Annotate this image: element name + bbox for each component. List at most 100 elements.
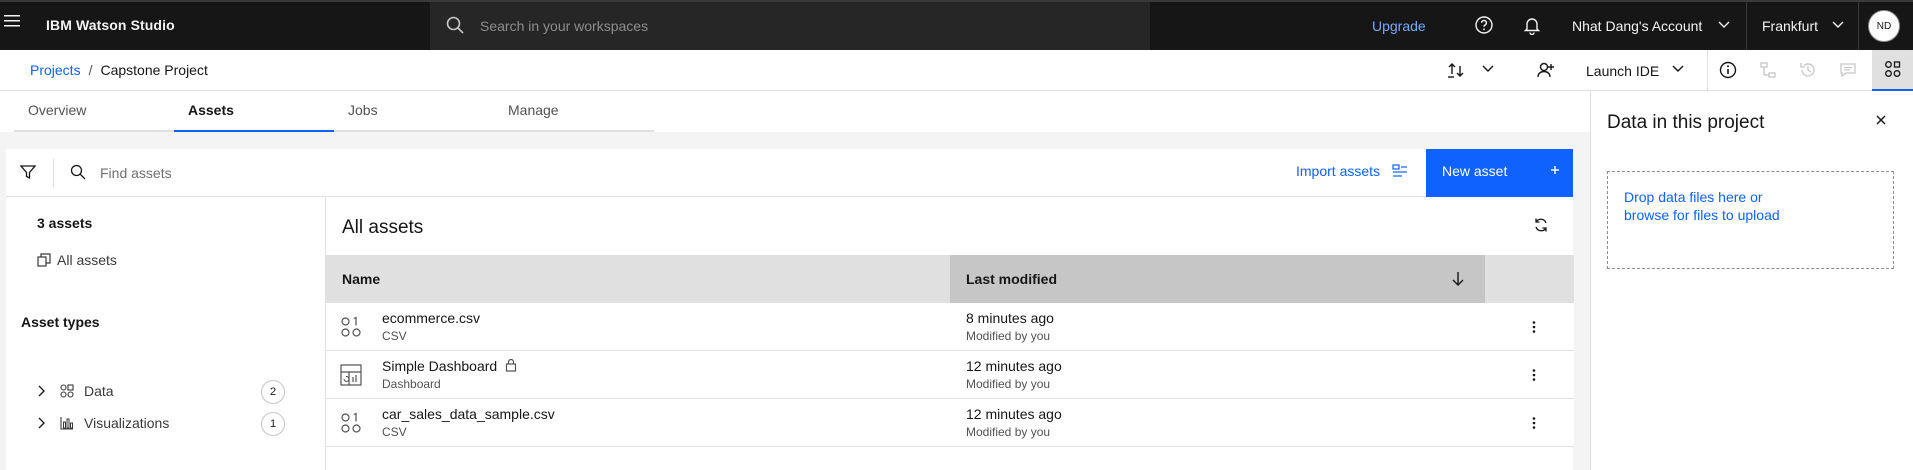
asset-type-visualizations[interactable]: Visualizations	[38, 413, 258, 433]
avatar[interactable]: ND	[1868, 10, 1900, 42]
global-search	[430, 2, 1150, 50]
launch-ide-button[interactable]: Launch IDE	[1586, 63, 1659, 79]
asset-name: Simple Dashboard	[382, 358, 498, 374]
import-export-icon[interactable]	[1446, 60, 1466, 80]
notification-bell-icon[interactable]	[1522, 15, 1542, 35]
assets-title: All assets	[342, 217, 424, 238]
account-switcher[interactable]: Nhat Dang's Account	[1572, 18, 1702, 34]
chevron-down-icon[interactable]	[1672, 65, 1684, 73]
data-icon	[340, 316, 362, 338]
asset-type-label: Visualizations	[84, 415, 170, 431]
history-icon	[1798, 60, 1818, 80]
asset-types-heading: Asset types	[21, 314, 100, 330]
count-badge: 1	[261, 412, 285, 436]
data-assets-icon	[1885, 61, 1901, 77]
search-icon	[70, 164, 86, 180]
arrow-down-icon	[1452, 272, 1464, 286]
divider	[1858, 2, 1859, 50]
chevron-down-icon	[1718, 21, 1730, 29]
tab-manage[interactable]: Manage	[494, 92, 654, 132]
data-panel-title: Data in this project	[1607, 112, 1765, 133]
overflow-menu-icon[interactable]	[1526, 319, 1542, 335]
project-header: Projects / Capstone Project Launch IDE	[0, 50, 1913, 91]
asset-name-link[interactable]: Simple Dashboard	[382, 358, 517, 374]
chevron-right-icon[interactable]	[38, 385, 46, 397]
dashboard-icon	[340, 364, 362, 386]
menu-icon[interactable]	[4, 14, 28, 38]
data-icon	[60, 384, 74, 398]
search-icon	[446, 16, 464, 34]
product-name[interactable]: IBM Watson Studio	[46, 17, 175, 33]
asset-name-link[interactable]: car_sales_data_sample.csv	[382, 406, 555, 422]
data-icon	[340, 412, 362, 434]
divider	[1707, 50, 1708, 91]
column-header-name[interactable]: Name	[342, 271, 380, 287]
table-row[interactable]: ecommerce.csv CSV 8 minutes ago Modified…	[326, 303, 1574, 351]
all-assets-label: All assets	[57, 252, 117, 268]
top-navigation-bar: IBM Watson Studio Upgrade Nhat Dang's Ac…	[0, 0, 1913, 50]
table-row[interactable]: Simple Dashboard Dashboard 12 minutes ag…	[326, 351, 1574, 399]
assets-toolbar: Import assets New asset	[6, 149, 1573, 197]
last-modified: 12 minutes ago	[966, 406, 1062, 422]
breadcrumb-current: Capstone Project	[100, 62, 208, 78]
last-modified: 8 minutes ago	[966, 310, 1054, 326]
divider	[1746, 2, 1747, 50]
tab-jobs[interactable]: Jobs	[334, 92, 494, 132]
import-assets-label: Import assets	[1296, 163, 1381, 179]
all-assets-filter[interactable]: All assets	[37, 252, 117, 268]
new-asset-button[interactable]: New asset	[1426, 149, 1573, 197]
region-switcher[interactable]: Frankfurt	[1762, 18, 1818, 34]
divider	[53, 159, 54, 187]
copy-icon	[37, 253, 51, 267]
breadcrumb: Projects / Capstone Project	[30, 62, 208, 78]
chevron-down-icon[interactable]	[1482, 65, 1494, 73]
comment-icon	[1838, 60, 1858, 80]
asset-type-label: Data	[84, 383, 114, 399]
chevron-right-icon[interactable]	[38, 417, 46, 429]
data-panel-toggle[interactable]	[1872, 50, 1913, 91]
lineage-icon	[1758, 60, 1778, 80]
filter-icon[interactable]	[20, 164, 36, 180]
plus-icon	[1548, 163, 1562, 177]
breadcrumb-projects-link[interactable]: Projects	[30, 62, 81, 78]
asset-filter-panel: 3 assets All assets Asset types Data 2 V…	[6, 197, 325, 470]
tab-assets[interactable]: Assets	[174, 92, 334, 132]
add-collaborator-icon[interactable]	[1536, 60, 1556, 80]
modified-by: Modified by you	[966, 377, 1051, 391]
find-assets-input[interactable]	[100, 149, 900, 197]
overflow-menu-icon[interactable]	[1526, 367, 1542, 383]
upgrade-link[interactable]: Upgrade	[1372, 18, 1426, 34]
help-icon[interactable]	[1474, 15, 1494, 35]
chevron-down-icon	[1832, 21, 1844, 29]
overflow-menu-icon[interactable]	[1526, 415, 1542, 431]
modified-by: Modified by you	[966, 329, 1051, 343]
refresh-icon[interactable]	[1533, 217, 1549, 233]
breadcrumb-separator: /	[88, 62, 93, 78]
assets-list-panel: All assets Name Last modified ecommerce.…	[325, 197, 1574, 470]
data-in-project-panel: Data in this project Drop data files her…	[1590, 91, 1913, 470]
asset-type: CSV	[382, 329, 407, 343]
last-modified: 12 minutes ago	[966, 358, 1062, 374]
bar-chart-icon	[60, 416, 74, 430]
import-assets-button[interactable]: Import assets	[1296, 163, 1408, 179]
close-icon[interactable]	[1874, 113, 1888, 127]
asset-type: Dashboard	[382, 377, 441, 391]
info-icon[interactable]	[1718, 60, 1738, 80]
column-header-last-modified[interactable]: Last modified	[950, 255, 1485, 303]
global-search-input[interactable]	[480, 2, 1120, 50]
asset-name-link[interactable]: ecommerce.csv	[382, 310, 480, 326]
tab-overview[interactable]: Overview	[14, 92, 174, 132]
drop-zone-text: Drop data files here or	[1624, 189, 1763, 205]
asset-type: CSV	[382, 425, 407, 439]
asset-count: 3 assets	[37, 215, 93, 231]
file-drop-zone[interactable]: Drop data files here or browse for files…	[1607, 171, 1894, 269]
lock-icon	[506, 358, 517, 372]
table-header: Name Last modified	[326, 255, 1574, 303]
asset-type-data[interactable]: Data	[38, 381, 258, 401]
table-row[interactable]: car_sales_data_sample.csv CSV 12 minutes…	[326, 399, 1574, 447]
launch-ide-label: Launch IDE	[1586, 63, 1660, 79]
modified-by: Modified by you	[966, 425, 1051, 439]
import-icon	[1392, 164, 1407, 177]
column-header-label: Last modified	[966, 271, 1058, 287]
browse-files-link[interactable]: browse for files to upload	[1624, 206, 1780, 224]
